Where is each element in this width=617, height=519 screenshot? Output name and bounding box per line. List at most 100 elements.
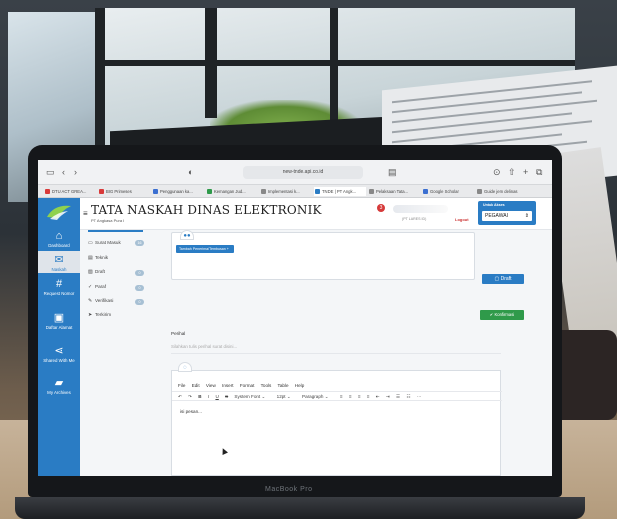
chevron-down-icon: ⇕	[524, 213, 529, 219]
align-justify-icon[interactable]: ≡	[367, 394, 370, 399]
back-icon[interactable]: ‹	[62, 167, 65, 177]
menu-item-teknik[interactable]: ▤ Teknik	[88, 255, 108, 261]
underline-icon[interactable]: U	[215, 394, 218, 399]
editor-body[interactable]: isi pesan...	[180, 409, 202, 414]
draft-icon: ▧	[88, 269, 93, 275]
sidebar-toggle-icon[interactable]: ▭	[46, 167, 55, 178]
favicon-icon	[153, 189, 158, 194]
hash-icon: #	[55, 278, 63, 290]
add-recipient-button[interactable]: Tambah Penerima/Tembusan +	[176, 245, 234, 253]
sidebar: ⌂ Dashboard ✉ Naskah # Request Nomor ▣ Dafta…	[38, 198, 80, 476]
editor-menubar: File Edit View Insert Format Tools Table…	[172, 381, 502, 390]
new-tab-icon[interactable]: +	[523, 167, 528, 177]
menu-item-surat-masuk[interactable]: ▭ Surat Masuk	[88, 240, 121, 246]
editor-menu-tools[interactable]: Tools	[261, 383, 272, 388]
sidebar-item-daftar-alamat[interactable]: ▣ Daftar Alamat	[38, 312, 80, 330]
user-name[interactable]	[393, 205, 448, 213]
compose-panel: ●● Tambah Penerima/Tembusan + ▢ Draft ✔ …	[155, 230, 552, 476]
bold-icon[interactable]: B	[198, 394, 201, 399]
compose-icon: ◌	[178, 362, 192, 372]
browser-tab[interactable]: Implementasi k...	[260, 187, 312, 196]
notification-badge[interactable]: 3	[377, 204, 385, 212]
role-label: Untuk Akses	[483, 203, 505, 207]
menu-item-draft[interactable]: ▧ Draft	[88, 269, 105, 275]
editor-menu-insert[interactable]: Insert	[222, 383, 234, 388]
draft-button[interactable]: ▢ Draft	[482, 274, 524, 284]
browser-tab[interactable]: Penggunaan ka...	[152, 187, 204, 196]
block-format-select[interactable]: Paragraph ⌄	[302, 394, 329, 399]
strikethrough-icon[interactable]: S	[225, 394, 228, 399]
italic-icon[interactable]: I	[208, 394, 209, 399]
browser-tab[interactable]: BIG Primeses	[98, 187, 150, 196]
editor-toolbar: ↶ ↷ B I U S System Font ⌄ 12pt ⌄ Paragra…	[172, 391, 502, 401]
outdent-icon[interactable]: ⇤	[376, 394, 380, 399]
menu-item-verifikasi[interactable]: ✎ Verifikasi	[88, 298, 113, 304]
sidebar-item-naskah[interactable]: ✉ Naskah	[38, 251, 80, 273]
menu-item-terkirim[interactable]: ➤ Terkirim	[88, 312, 111, 318]
share-icon[interactable]: ⇧	[508, 167, 516, 178]
browser-tab[interactable]: Kemangan Jud...	[206, 187, 258, 196]
shield-icon[interactable]: ◐	[188, 167, 193, 177]
menu-toggle-icon[interactable]: ≡	[83, 209, 88, 218]
font-family-select[interactable]: System Font ⌄	[234, 394, 265, 399]
browser-tab[interactable]: Google Scholar	[422, 187, 474, 196]
window-frame	[95, 60, 575, 66]
bullet-list-icon[interactable]: ☰	[396, 394, 400, 399]
tag-icon: ▤	[88, 255, 93, 261]
sidebar-item-dashboard[interactable]: ⌂ Dashboard	[38, 230, 80, 248]
user-unit: (PT LARES ID)	[402, 217, 427, 221]
app-logo	[47, 205, 71, 220]
count-badge: 16	[135, 240, 144, 246]
perihal-label: Perihal	[171, 331, 186, 336]
folder-icon: ▰	[54, 377, 64, 389]
forward-icon[interactable]: ›	[74, 167, 77, 177]
browser-tab[interactable]: Guide jem delinas	[476, 187, 536, 196]
align-left-icon[interactable]: ≡	[340, 394, 343, 399]
editor-menu-table[interactable]: Table	[278, 383, 289, 388]
align-center-icon[interactable]: ≡	[349, 394, 352, 399]
check-icon: ✓	[88, 284, 93, 290]
photo-scene: MacBook Pro ▭ ‹ › ◐ new-tnde.api.co.id ▤…	[0, 0, 617, 519]
align-right-icon[interactable]: ≡	[358, 394, 361, 399]
redo-icon[interactable]: ↷	[188, 394, 192, 399]
editor-menu-file[interactable]: File	[178, 383, 185, 388]
role-select[interactable]: PEGAWAI ⇕	[482, 211, 532, 221]
sidebar-item-request-nomor[interactable]: # Request Nomor	[38, 278, 80, 296]
menu-item-paraf[interactable]: ✓ Paraf	[88, 284, 106, 290]
perihal-input[interactable]: Silahkan tulis perihal surat disini...	[171, 340, 501, 354]
favicon-icon	[477, 189, 482, 194]
browser-tab[interactable]: DTU ACT GREA...	[44, 187, 96, 196]
download-icon[interactable]: ⊙	[493, 167, 501, 178]
address-bar[interactable]: new-tnde.api.co.id	[243, 166, 363, 179]
favicon-icon	[369, 189, 374, 194]
indent-icon[interactable]: ⇥	[386, 394, 390, 399]
editor-menu-view[interactable]: View	[206, 383, 216, 388]
browser-toolbar: ▭ ‹ › ◐ new-tnde.api.co.id ▤ ⊙ ⇧ + ⧉	[38, 160, 552, 185]
rich-text-editor: ◌ File Edit View Insert Format Tools Tab…	[171, 362, 502, 476]
editor-menu-edit[interactable]: Edit	[192, 383, 200, 388]
browser-tab-active[interactable]: TNDE | PT Angk...	[314, 187, 366, 196]
count-badge: 0	[135, 299, 144, 305]
favicon-icon	[261, 189, 266, 194]
numbered-list-icon[interactable]: ☷	[406, 394, 410, 399]
konfirmasi-button[interactable]: ✔ Konfirmasi	[480, 310, 524, 320]
favicon-icon	[423, 189, 428, 194]
undo-icon[interactable]: ↶	[178, 394, 182, 399]
browser-tab[interactable]: Pelaksaan Tata...	[368, 187, 420, 196]
more-icon[interactable]: ⋯	[417, 394, 422, 399]
sidebar-item-archives[interactable]: ▰ My Archives	[38, 377, 80, 395]
editor-menu-help[interactable]: Help	[295, 383, 304, 388]
laptop-brand: MacBook Pro	[265, 486, 313, 493]
share-icon: ⋖	[54, 345, 64, 357]
reader-icon[interactable]: ▤	[388, 167, 397, 178]
tab-overview-icon[interactable]: ⧉	[536, 167, 542, 178]
font-size-select[interactable]: 12pt ⌄	[277, 394, 291, 399]
editor-menu-format[interactable]: Format	[240, 383, 255, 388]
send-icon: ➤	[88, 312, 93, 318]
favicon-icon	[315, 189, 320, 194]
favicon-icon	[45, 189, 50, 194]
logout-link[interactable]: Logout	[455, 217, 469, 222]
sidebar-item-shared[interactable]: ⋖ Shared With Me	[38, 345, 80, 363]
app-subtitle: PT Angkasa Pura I	[91, 218, 125, 223]
role-panel: Untuk Akses PEGAWAI ⇕	[478, 201, 536, 225]
